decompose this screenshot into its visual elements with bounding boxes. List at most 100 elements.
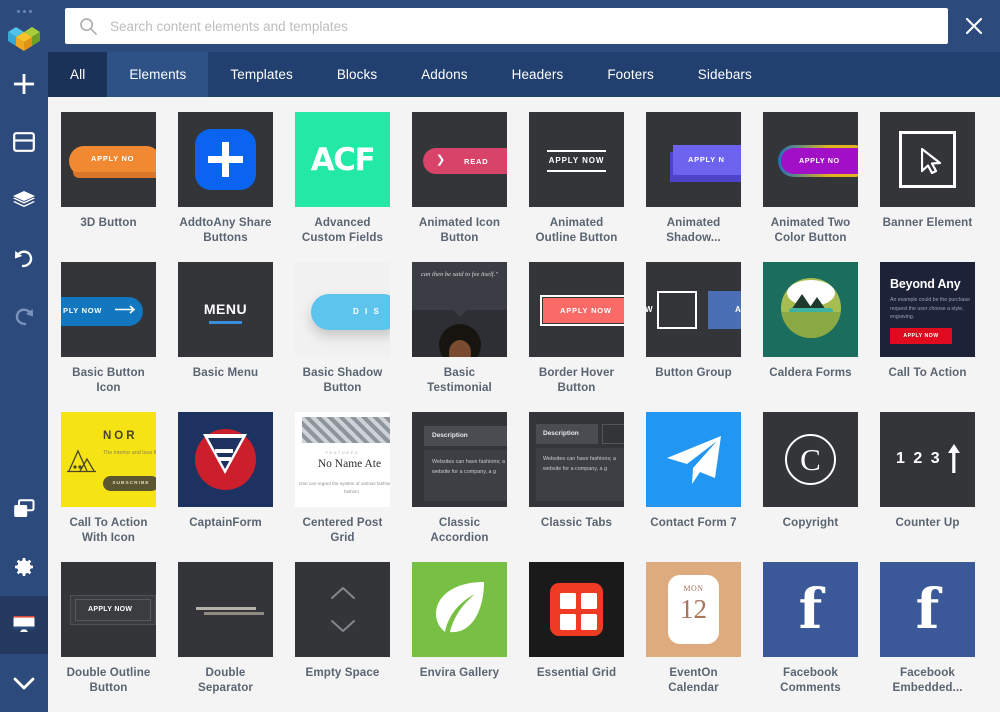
element-label: Essential Grid xyxy=(536,666,617,679)
element-thumbnail[interactable]: NORThe interior and lava fieldSUBSCRIBE xyxy=(61,412,156,507)
element-card[interactable]: f Facebook Comments xyxy=(763,562,858,712)
element-thumbnail[interactable]: ACF xyxy=(295,112,390,207)
tab-footers[interactable]: Footers xyxy=(585,52,675,97)
element-card[interactable]: f Facebook Embedded... xyxy=(880,562,975,712)
element-card[interactable]: Essential Grid xyxy=(529,562,624,712)
element-label: Advanced Custom Fields xyxy=(301,216,384,244)
element-thumbnail[interactable]: WA xyxy=(646,262,741,357)
element-card[interactable]: Caldera Forms xyxy=(763,262,858,412)
element-card[interactable]: Beyond Any An example could be the purcha… xyxy=(880,262,975,412)
sidebar-item-clipboard[interactable] xyxy=(0,480,48,538)
element-label: Counter Up xyxy=(895,516,960,529)
element-card[interactable]: can then be said to fee itself." Basic Te… xyxy=(412,262,507,412)
element-card[interactable]: Contact Form 7 xyxy=(646,412,741,562)
element-card[interactable]: ACF Advanced Custom Fields xyxy=(295,112,390,262)
element-thumbnail[interactable] xyxy=(646,412,741,507)
tab-all[interactable]: All xyxy=(48,52,108,97)
element-thumbnail[interactable]: can then be said to fee itself." xyxy=(412,262,507,357)
element-thumbnail[interactable]: MON 12 xyxy=(646,562,741,657)
element-label: CaptainForm xyxy=(189,516,262,529)
sidebar-item-layers[interactable] xyxy=(0,171,48,229)
element-thumbnail[interactable]: APPLY NOW xyxy=(61,562,156,657)
element-thumbnail[interactable] xyxy=(295,562,390,657)
window-dots xyxy=(16,7,32,15)
element-thumbnail[interactable] xyxy=(178,562,273,657)
element-card[interactable]: Empty Space xyxy=(295,562,390,712)
element-thumbnail[interactable]: f xyxy=(880,562,975,657)
element-card[interactable]: APPLY NOW Double Outline Button xyxy=(61,562,156,712)
element-thumbnail[interactable] xyxy=(178,412,273,507)
element-card[interactable]: MON 12 EventOn Calendar xyxy=(646,562,741,712)
element-card[interactable]: PLY NOW Basic Button Icon xyxy=(61,262,156,412)
sidebar-item-settings[interactable] xyxy=(0,538,48,596)
element-card[interactable]: C Copyright xyxy=(763,412,858,562)
element-card[interactable]: AddtoAny Share Buttons xyxy=(178,112,273,262)
element-thumbnail[interactable]: C xyxy=(763,412,858,507)
element-thumbnail[interactable]: APPLY NO xyxy=(61,112,156,207)
element-thumbnail[interactable]: D I S xyxy=(295,262,390,357)
sidebar-item-undo[interactable] xyxy=(0,229,48,287)
tab-sidebars[interactable]: Sidebars xyxy=(676,52,774,97)
element-card[interactable]: MENU Basic Menu xyxy=(178,262,273,412)
element-thumbnail[interactable]: f xyxy=(763,562,858,657)
app-root: All Elements Templates Blocks Addons Headers F… xyxy=(0,0,1000,712)
element-card[interactable]: NORThe interior and lava fieldSUBSCRIBE C… xyxy=(61,412,156,562)
tab-elements[interactable]: Elements xyxy=(107,52,209,97)
tab-templates[interactable]: Templates xyxy=(208,52,314,97)
element-card[interactable]: ❯ READ Animated Icon Button xyxy=(412,112,507,262)
element-thumbnail[interactable]: APPLY N xyxy=(646,112,741,207)
tab-label: Headers xyxy=(511,67,564,82)
element-thumbnail[interactable]: APPLY NOW xyxy=(529,112,624,207)
search-input[interactable] xyxy=(110,18,934,34)
sidebar-item-redo[interactable] xyxy=(0,287,48,345)
element-card[interactable]: W A Button Group xyxy=(646,262,741,412)
tab-headers[interactable]: Headers xyxy=(490,52,586,97)
element-label: Call To Action With Icon xyxy=(69,516,148,544)
element-label: EventOn Calendar xyxy=(668,666,719,694)
element-card[interactable]: CaptainForm xyxy=(178,412,273,562)
element-card[interactable]: Banner Element xyxy=(880,112,975,262)
element-thumbnail[interactable] xyxy=(412,562,507,657)
element-thumbnail[interactable]: ❯ READ xyxy=(412,112,507,207)
element-card[interactable]: Description Websites can have fashions; a… xyxy=(412,412,507,562)
element-card[interactable]: D I S Basic Shadow Button xyxy=(295,262,390,412)
element-card[interactable]: APPLY NO 3D Button xyxy=(61,112,156,262)
sidebar-item-add[interactable] xyxy=(0,55,48,113)
sidebar-item-publish[interactable] xyxy=(0,654,48,712)
element-card[interactable]: Double Separator xyxy=(178,562,273,712)
element-thumbnail[interactable] xyxy=(178,112,273,207)
element-thumbnail[interactable] xyxy=(880,112,975,207)
element-thumbnail[interactable]: APPLY NOW xyxy=(529,262,624,357)
element-thumbnail[interactable] xyxy=(763,262,858,357)
element-label: Classic Accordion xyxy=(430,516,489,544)
element-label: Envira Gallery xyxy=(419,666,500,679)
element-thumbnail[interactable]: FEATURED No Name Ate One can regard the sy… xyxy=(295,412,390,507)
element-thumbnail[interactable]: Beyond Any An example could be the purcha… xyxy=(880,262,975,357)
tab-blocks[interactable]: Blocks xyxy=(315,52,399,97)
element-card[interactable]: APPLY N Animated Shadow... xyxy=(646,112,741,262)
element-label: Facebook Embedded... xyxy=(892,666,963,694)
element-thumbnail[interactable] xyxy=(529,562,624,657)
close-icon[interactable] xyxy=(948,0,1000,52)
search-bar[interactable] xyxy=(65,8,948,44)
element-thumbnail[interactable]: PLY NOW xyxy=(61,262,156,357)
element-card[interactable]: APPLY NOW Border Hover Button xyxy=(529,262,624,412)
element-card[interactable]: FEATURED No Name Ate One can regard the sy… xyxy=(295,412,390,562)
sidebar-item-insights[interactable] xyxy=(0,596,48,654)
elements-grid-scroll[interactable]: APPLY NO 3D Button AddtoAny Share Buttons A… xyxy=(48,97,1000,712)
element-card[interactable]: Envira Gallery xyxy=(412,562,507,712)
sidebar-item-templates[interactable] xyxy=(0,113,48,171)
element-card[interactable]: 1 2 3 Counter Up xyxy=(880,412,975,562)
element-thumbnail[interactable]: 1 2 3 xyxy=(880,412,975,507)
element-card[interactable]: APPLY NO Animated Two Color Button xyxy=(763,112,858,262)
element-thumbnail[interactable]: MENU xyxy=(178,262,273,357)
element-card[interactable]: APPLY NOW Animated Outline Button xyxy=(529,112,624,262)
tab-addons[interactable]: Addons xyxy=(399,52,489,97)
element-thumbnail[interactable]: Description Websites can have fashions; a… xyxy=(412,412,507,507)
element-label: Centered Post Grid xyxy=(302,516,383,544)
element-thumbnail[interactable]: APPLY NO xyxy=(763,112,858,207)
element-thumbnail[interactable]: Description Websites can have fashions; a… xyxy=(529,412,624,507)
visual-composer-logo[interactable] xyxy=(4,21,44,55)
element-card[interactable]: Description Websites can have fashions; a… xyxy=(529,412,624,562)
element-label: Basic Button Icon xyxy=(72,366,145,394)
